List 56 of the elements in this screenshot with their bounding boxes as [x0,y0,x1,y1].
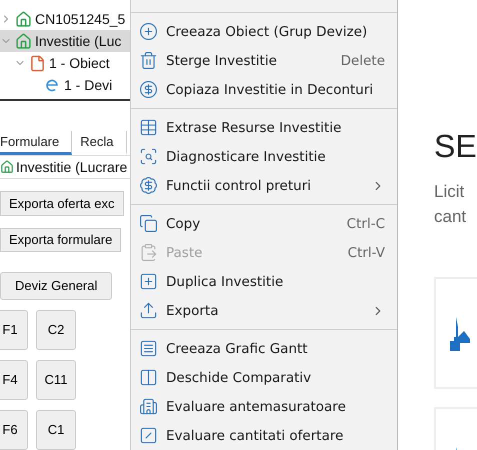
page-heading: SE [434,128,477,165]
slashed-square-icon [139,426,158,445]
tree-item[interactable]: 1 - Devi [0,74,130,96]
menu-item[interactable]: Copiaza Investitie in Deconturi [131,75,397,104]
deviz-button[interactable]: Deviz General [0,272,112,300]
columns-icon [139,368,158,387]
tree-label: Investitie (Luc [35,33,122,49]
export-button[interactable]: Exporta oferta exc [0,191,124,216]
document-icon [29,54,46,72]
menu-item[interactable]: Extrase Resurse Investitie [131,113,397,142]
tree-item[interactable]: Investitie (Luc [0,30,130,52]
magnifier-icon [139,147,158,166]
form-button[interactable]: F4 [0,360,28,400]
tree-item[interactable]: 1 - Obiect [0,52,130,74]
form-button[interactable]: F1 [0,310,28,350]
building-icon [139,397,158,416]
list-square-icon [139,339,158,358]
dollar-gear-icon [139,176,158,195]
menu-item[interactable]: Exporta [131,296,397,325]
menu-item[interactable]: Diagnosticare Investitie [131,142,397,171]
menu-item[interactable]: Evaluare antemasuratoare [131,392,397,421]
house-icon [15,10,32,28]
house-icon [0,160,14,174]
tree-label: 1 - Devi [64,77,112,93]
upload-icon [139,301,158,320]
form-button[interactable]: C1 [36,410,76,450]
menu-item[interactable]: Copy Ctrl-C [131,209,397,238]
tree-item[interactable]: CN1051245_5 [0,8,130,30]
shortcut-label: Delete [340,52,385,68]
form-button[interactable]: C2 [36,310,76,350]
menu-item[interactable]: Sterge Investitie Delete [131,46,397,75]
menu-item[interactable]: Duplica Investitie [131,267,397,296]
tab[interactable]: Formulare [0,131,72,156]
plus-square-icon [139,272,158,291]
menu-item[interactable]: Creeaza Grafic Gantt [131,334,397,363]
table-icon [139,118,158,137]
menu-item[interactable]: Evaluare cantitati ofertare [131,421,397,450]
trash-icon [139,51,158,70]
clipboard-icon [139,243,158,262]
copy-icon [139,214,158,233]
export-button[interactable]: Exporta formulare [0,228,122,252]
house-icon [15,32,32,50]
menu-item[interactable]: Functii control preturi [131,171,397,200]
form-button[interactable]: F6 [0,410,28,450]
menu-item[interactable]: Deschide Comparativ [131,363,397,392]
shortcut-label: Ctrl-C [346,216,385,232]
tab[interactable]: Recla [80,131,126,156]
plus-circle-icon [139,22,158,41]
shortcut-label: Ctrl-V [348,244,385,260]
investment-label: Investitie (Lucrare [16,159,128,176]
menu-item[interactable]: Creeaza Obiect (Grup Devize) [131,17,397,46]
page-text: Licit cant [434,181,468,228]
tree-label: CN1051245_5 [35,11,126,27]
form-button[interactable]: C11 [36,360,76,400]
tree-label: 1 - Obiect [49,55,110,71]
dollar-circle-icon [139,80,158,99]
